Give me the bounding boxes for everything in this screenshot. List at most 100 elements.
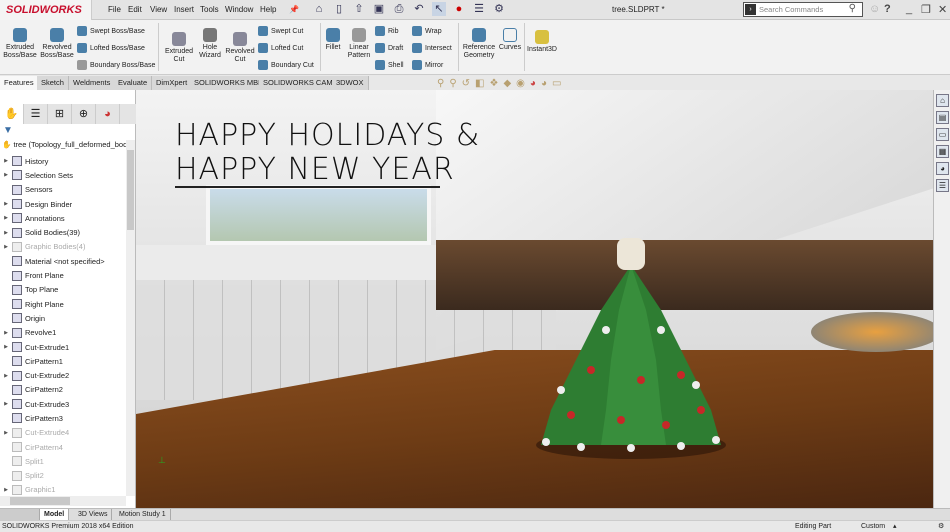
display-manager-tab-icon[interactable]: ◕ [96, 104, 120, 124]
save-icon[interactable]: ▣ [372, 2, 386, 16]
tree-item[interactable]: Front Plane [0, 268, 126, 282]
tree-item[interactable]: ▶ Cut-Extrude2 [0, 368, 126, 382]
tree-item[interactable]: CirPattern2 [0, 383, 126, 397]
tree-item[interactable]: ▶ Selection Sets [0, 168, 126, 182]
tab-weldments[interactable]: Weldments [69, 76, 116, 90]
swept-boss-button[interactable]: Swept Boss/Base [77, 26, 145, 36]
rib-button[interactable]: Rib [375, 26, 399, 36]
extruded-boss-button[interactable]: Extruded Boss/Base [3, 28, 37, 60]
expand-arrow-icon[interactable]: ▶ [0, 201, 12, 207]
solidworks-resources-icon[interactable]: ⌂ [936, 94, 949, 107]
configurationmanager-tab-icon[interactable]: ⊞ [48, 104, 72, 124]
expand-arrow-icon[interactable]: ▶ [0, 344, 12, 350]
apply-scene-icon[interactable]: ◕ [541, 78, 547, 89]
expand-arrow-icon[interactable]: ▶ [0, 487, 12, 493]
hide-show-icon[interactable]: ◉ [516, 78, 525, 89]
rebuild-status-icon[interactable]: ⚙ [938, 521, 944, 532]
expand-arrow-icon[interactable]: ▶ [0, 401, 12, 407]
previous-view-icon[interactable]: ↺ [462, 78, 470, 89]
expand-arrow-icon[interactable]: ▶ [0, 215, 12, 221]
mirror-button[interactable]: Mirror [412, 60, 443, 70]
tree-item[interactable]: ▶ Cut-Extrude1 [0, 340, 126, 354]
restore-icon[interactable]: ❐ [921, 3, 931, 16]
tree-item[interactable]: ▶ Design Binder [0, 197, 126, 211]
tab-3dwox[interactable]: 3DWOX [332, 76, 369, 90]
menu-file[interactable]: File [108, 5, 121, 14]
extruded-cut-button[interactable]: Extruded Cut [162, 32, 196, 64]
lofted-cut-button[interactable]: Lofted Cut [258, 43, 303, 53]
display-style-icon[interactable]: ◆ [503, 78, 511, 89]
zoom-to-fit-icon[interactable]: ⚲ [437, 78, 444, 89]
fillet-button[interactable]: Fillet [322, 28, 344, 52]
tree-item[interactable]: ▶ Revolve1 [0, 326, 126, 340]
print-icon[interactable]: ⎙ [392, 2, 406, 16]
tab-solidworks-mbd[interactable]: SOLIDWORKS MBD [190, 76, 269, 90]
expand-arrow-icon[interactable]: ▶ [0, 172, 12, 178]
user-icon[interactable]: ☺ [869, 3, 880, 15]
filter-icon[interactable]: ▼ [3, 125, 13, 136]
expand-arrow-icon[interactable]: ▶ [0, 430, 12, 436]
tab-3d-views[interactable]: 3D Views [74, 509, 113, 520]
view-orientation-icon[interactable]: ❖ [490, 78, 499, 89]
wrap-button[interactable]: Wrap [412, 26, 442, 36]
select-icon[interactable]: ↖ [432, 2, 446, 16]
menu-edit[interactable]: Edit [128, 5, 142, 14]
revolved-cut-button[interactable]: Revolved Cut [224, 32, 256, 64]
draft-button[interactable]: Draft [375, 43, 403, 53]
undo-icon[interactable]: ↶ [412, 2, 426, 16]
expand-arrow-icon[interactable]: ▶ [0, 158, 12, 164]
open-icon[interactable]: ⇧ [352, 2, 366, 16]
tab-features[interactable]: Features [0, 76, 39, 90]
tab-dimxpert[interactable]: DimXpert [152, 76, 193, 90]
help-icon[interactable]: ? [884, 3, 891, 15]
tab-sketch[interactable]: Sketch [37, 76, 69, 90]
section-view-icon[interactable]: ◧ [475, 78, 484, 89]
tree-item[interactable]: CirPattern3 [0, 411, 126, 425]
minimize-icon[interactable]: _ [906, 3, 912, 15]
intersect-button[interactable]: Intersect [412, 43, 452, 53]
boundary-boss-button[interactable]: Boundary Boss/Base [77, 60, 155, 70]
graphics-area[interactable]: HAPPY HOLIDAYS & HAPPY NEW YEAR ⊥ [136, 90, 933, 508]
menu-window[interactable]: Window [225, 5, 253, 14]
tree-item[interactable]: Right Plane [0, 297, 126, 311]
tab-model[interactable]: Model [40, 509, 70, 520]
menu-view[interactable]: View [150, 5, 167, 14]
tab-solidworks-cam[interactable]: SOLIDWORKS CAM [259, 76, 338, 90]
tree-item[interactable]: ▶ Graphic Bodies(4) [0, 240, 126, 254]
tree-item[interactable]: ▶ Cut-Extrude4 [0, 426, 126, 440]
close-icon[interactable]: ✕ [938, 3, 947, 16]
units-selector[interactable]: Custom [861, 521, 885, 532]
tree-item[interactable]: ▶ Annotations [0, 211, 126, 225]
custom-properties-icon[interactable]: ☰ [936, 179, 949, 192]
vertical-scrollbar[interactable] [126, 140, 135, 496]
expand-arrow-icon[interactable]: ▶ [0, 373, 12, 379]
pin-icon[interactable]: 📌 [289, 5, 299, 14]
solidworks-logo[interactable]: SOLIDWORKS [0, 0, 92, 20]
appearances-icon[interactable]: ◕ [936, 162, 949, 175]
scroll-thumb[interactable] [127, 150, 134, 230]
options-gear-icon[interactable]: ⚙ [492, 2, 506, 16]
zoom-to-area-icon[interactable]: ⚲ [449, 78, 456, 89]
tree-item[interactable]: Top Plane [0, 283, 126, 297]
tree-item[interactable]: CirPattern4 [0, 440, 126, 454]
linear-pattern-button[interactable]: Linear Pattern [345, 28, 373, 60]
rebuild-icon[interactable]: ● [452, 2, 466, 16]
instant3d-button[interactable]: Instant3D [526, 30, 558, 54]
menu-help[interactable]: Help [260, 5, 276, 14]
view-palette-icon[interactable]: ▦ [936, 145, 949, 158]
featuremanager-tab-icon[interactable]: ✋ [0, 104, 24, 124]
tree-item[interactable]: ▶ Solid Bodies(39) [0, 225, 126, 239]
tree-item[interactable]: ▶ History [0, 154, 126, 168]
reference-geometry-button[interactable]: Reference Geometry [461, 28, 497, 60]
propertymanager-tab-icon[interactable]: ☰ [24, 104, 48, 124]
tab-scroll-arrows[interactable] [0, 509, 40, 520]
menu-tools[interactable]: Tools [200, 5, 219, 14]
tab-motion-study-1[interactable]: Motion Study 1 [115, 509, 171, 520]
tree-item[interactable]: Material <not specified> [0, 254, 126, 268]
home-icon[interactable]: ⌂ [312, 2, 326, 16]
tree-item[interactable]: CirPattern1 [0, 354, 126, 368]
expand-arrow-icon[interactable]: ▶ [0, 330, 12, 336]
shell-button[interactable]: Shell [375, 60, 404, 70]
new-document-icon[interactable]: ▯ [332, 2, 346, 16]
horizontal-scrollbar[interactable] [0, 496, 126, 506]
